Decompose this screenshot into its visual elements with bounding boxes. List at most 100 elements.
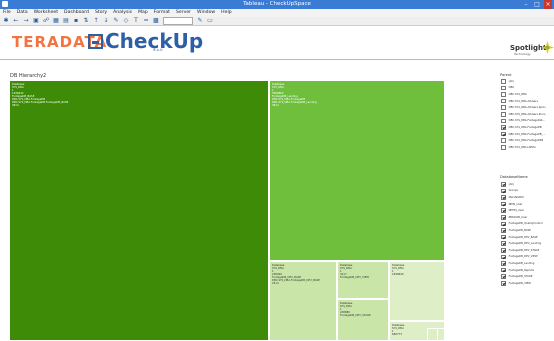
menu-server[interactable]: Server [176,9,191,17]
checkbox[interactable] [501,111,506,117]
filter-item[interactable]: FootageDB_QualityControl [501,221,554,228]
filter-item[interactable]: FootageDB_Reports [501,267,554,274]
filter-item[interactable]: NIMS_User [501,201,554,208]
clear-icon[interactable]: ▪ [73,18,79,24]
back-icon[interactable]: ← [13,18,19,24]
checkbox[interactable] [501,144,506,150]
minimize-icon[interactable]: – [522,0,530,9]
filter-item-label: PBS2000_User [508,215,528,219]
treemap[interactable]: Database SYS_DBA 1 1298432 FootageDB_BASE DBC… [9,80,445,341]
filter-item[interactable]: DBC [501,85,554,92]
menu-help[interactable]: Help [221,9,231,17]
menu-worksheet[interactable]: Worksheet [34,9,58,17]
checkbox[interactable] [501,261,506,266]
checkbox[interactable] [501,214,506,220]
new-sheet-icon[interactable]: ▦ [53,18,59,24]
filter-item[interactable]: PBS2000_User [501,214,554,221]
treemap-cell[interactable] [437,328,445,341]
filter-item[interactable]: DBC.SYS_DBA.FootageDB [501,124,554,131]
filter-item[interactable]: FootageDB_Landing [501,260,554,267]
filter-item[interactable]: FootageDB_STAGE [501,273,554,280]
checkup-version: 9.x.0 [153,47,163,52]
checkbox[interactable] [501,280,506,286]
menu-map[interactable]: Map [138,9,148,17]
treemap-cell[interactable]: Database SYS_DBA 1 248880 FootageDB_DEV_STAG… [337,299,389,341]
save-icon[interactable]: ▣ [33,18,39,24]
treemap-cell[interactable]: Database SYS_DBA 1 3217 FootageDB_DEV_VIEW [337,261,389,299]
highlight-icon[interactable]: ✎ [113,18,119,24]
menu-story[interactable]: Story [95,9,107,17]
filter-item[interactable]: DBC.SYS_DBA.AllUsers.Spot... [501,104,554,111]
swap-icon[interactable]: ⇅ [83,18,89,24]
checkbox[interactable] [501,105,506,110]
menu-window[interactable]: Window [197,9,215,17]
filter-item[interactable]: MarsStatDS [501,194,554,201]
checkbox[interactable] [501,221,506,227]
filter-item[interactable]: DBC.SYS_DBA.FootageDB_... [501,131,554,138]
close-icon[interactable]: × [544,0,552,9]
filter-item[interactable]: NMITS_User [501,207,554,214]
tableau-logo-icon[interactable]: ✱ [3,18,9,24]
maximize-icon[interactable]: □ [533,0,541,9]
filter-item[interactable]: FootageDB_DEV_VIEW [501,254,554,261]
filter-item-label: FootageDB_QualityControl [508,222,543,226]
checkbox[interactable] [501,195,506,200]
menu-file[interactable]: File [3,9,11,17]
checkbox[interactable] [501,138,506,143]
checkbox[interactable] [501,98,506,104]
checkbox[interactable] [501,85,506,91]
treemap-cell[interactable]: Database SYS_DBA 1 248920 FootageDB_DEV_BASE… [269,261,337,341]
treemap-cell[interactable]: Database SYS_DBA 1 1298432 FootageDB_BASE DBC… [9,80,269,341]
checkbox[interactable] [501,131,506,137]
forward-icon[interactable]: → [23,18,29,24]
duplicate-icon[interactable]: ▤ [63,18,69,24]
filter-item[interactable]: (All) [501,181,554,188]
treemap-cell-label: 1698640 [392,272,404,276]
presentation-icon[interactable]: ✎ [197,18,203,24]
checkbox[interactable] [501,201,506,207]
menu-analysis[interactable]: Analysis [113,9,132,17]
checkbox[interactable] [501,267,506,273]
checkbox[interactable] [501,118,506,124]
filter-item[interactable]: FootageDB_VIEW [501,280,554,287]
filter-item[interactable]: DBC.SYS_DBA.FootageDB2 [501,137,554,144]
checkbox[interactable] [501,92,506,97]
checkbox[interactable] [501,182,506,187]
menu-format[interactable]: Format [154,9,170,17]
checkbox[interactable] [501,188,506,194]
menu-data[interactable]: Data [17,9,28,17]
checkbox[interactable] [501,241,506,246]
sort-desc-icon[interactable]: ↓ [103,18,109,24]
filter-item[interactable]: FootageDB_DEV_STAGE [501,247,554,254]
checkbox[interactable] [501,234,506,240]
treemap-cell[interactable]: Database SYS_DBA 1 1698640 [389,261,445,321]
filter-item[interactable]: DBC.SYS_DBA.LSPPix [501,144,554,151]
filter-item[interactable]: FootageDB_BASE [501,227,554,234]
checkbox[interactable] [501,79,506,84]
filter-item[interactable]: Groups [501,188,554,195]
group-icon[interactable]: ◇ [123,18,129,24]
fix-axes-icon[interactable]: ═ [143,18,149,24]
sort-asc-icon[interactable]: ↑ [93,18,99,24]
viz-title: DB Hierarchy2 [10,73,47,79]
menu-dashboard[interactable]: Dashboard [64,9,89,17]
filter-item[interactable]: DBC.SYS_DBA.AllUsers [501,98,554,105]
filter-item[interactable]: FootageDB_DEV_BASE [501,234,554,241]
checkbox[interactable] [501,228,506,233]
filter-item[interactable]: FootageDB_DEV_Landing [501,240,554,247]
add-datasource-icon[interactable]: ☍ [43,18,49,24]
checkbox[interactable] [501,247,506,253]
checkbox[interactable] [501,125,506,130]
treemap-cell[interactable]: Database SYS_DBA 1 5898864 FootageDB_Landing… [269,80,445,261]
fit-dropdown[interactable] [163,17,193,25]
labels-icon[interactable]: T [133,18,139,24]
filter-item[interactable]: DBC.SYS_DBA.AllUsers.Prod... [501,111,554,118]
checkbox[interactable] [501,208,506,213]
filter-item[interactable]: DBC.SYS_DBA [501,91,554,98]
checkbox[interactable] [501,254,506,260]
chart-icon[interactable]: ▩ [153,18,159,24]
filter-item[interactable]: DBC.SYS_DBA.FootageDat... [501,118,554,125]
checkbox[interactable] [501,274,506,279]
filter-item[interactable]: (All) [501,78,554,85]
show-me-icon[interactable]: ▭ [207,18,213,24]
